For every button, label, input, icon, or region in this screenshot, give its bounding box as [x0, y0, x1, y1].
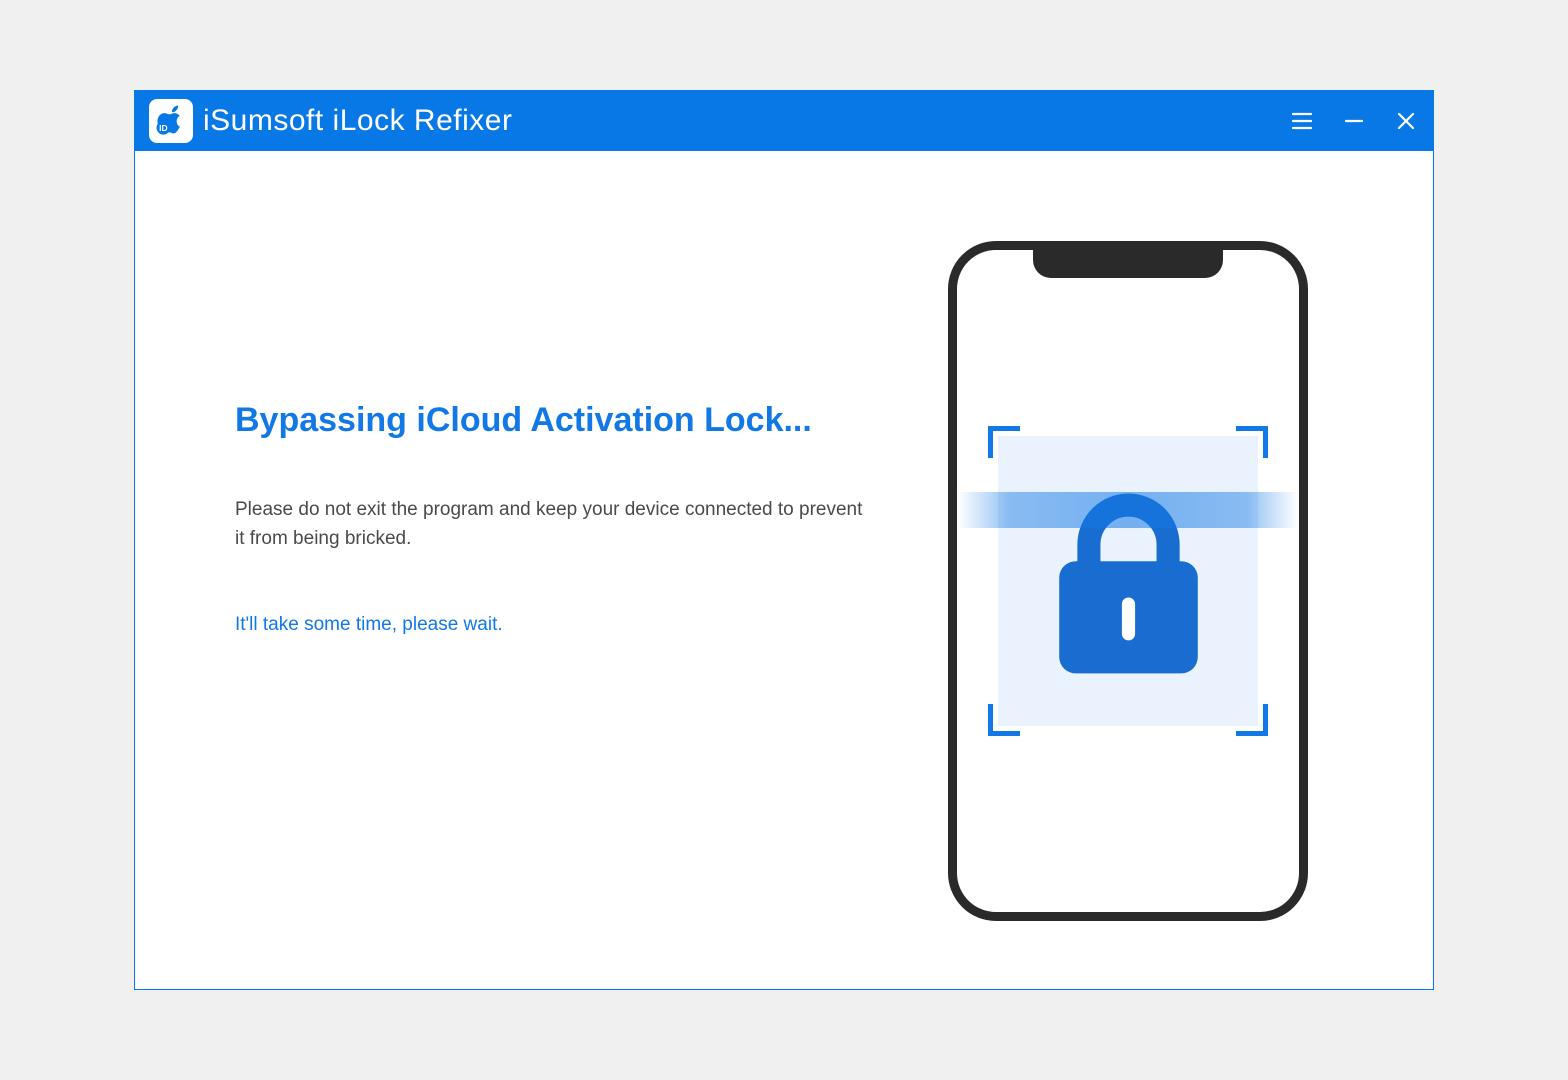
progress-heading: Bypassing iCloud Activation Lock...: [235, 401, 873, 440]
text-panel: Bypassing iCloud Activation Lock... Plea…: [235, 201, 913, 636]
minimize-button[interactable]: [1341, 108, 1367, 134]
app-window: ID iSumsoft iLock Refixer: [134, 90, 1434, 990]
phone-screen: [957, 250, 1299, 912]
title-bar-left: ID iSumsoft iLock Refixer: [149, 99, 512, 143]
menu-icon: [1291, 112, 1313, 130]
scan-corner-bl: [988, 704, 1020, 736]
phone-mockup: [948, 241, 1308, 921]
close-button[interactable]: [1393, 108, 1419, 134]
main-content: Bypassing iCloud Activation Lock... Plea…: [135, 151, 1433, 989]
app-logo-icon: ID: [149, 99, 193, 143]
phone-notch: [1033, 250, 1223, 278]
scan-line: [958, 492, 1298, 528]
wait-message: It'll take some time, please wait.: [235, 614, 873, 636]
title-bar: ID iSumsoft iLock Refixer: [135, 91, 1433, 151]
title-bar-controls: [1289, 108, 1419, 134]
close-icon: [1396, 111, 1416, 131]
illustration-panel: [913, 201, 1343, 921]
scan-corner-tl: [988, 426, 1020, 458]
scan-area: [988, 426, 1268, 736]
menu-button[interactable]: [1289, 108, 1315, 134]
svg-text:ID: ID: [159, 123, 168, 133]
warning-description: Please do not exit the program and keep …: [235, 495, 873, 554]
minimize-icon: [1344, 111, 1364, 131]
scan-corner-br: [1236, 704, 1268, 736]
scan-corner-tr: [1236, 426, 1268, 458]
app-title: iSumsoft iLock Refixer: [203, 104, 512, 138]
